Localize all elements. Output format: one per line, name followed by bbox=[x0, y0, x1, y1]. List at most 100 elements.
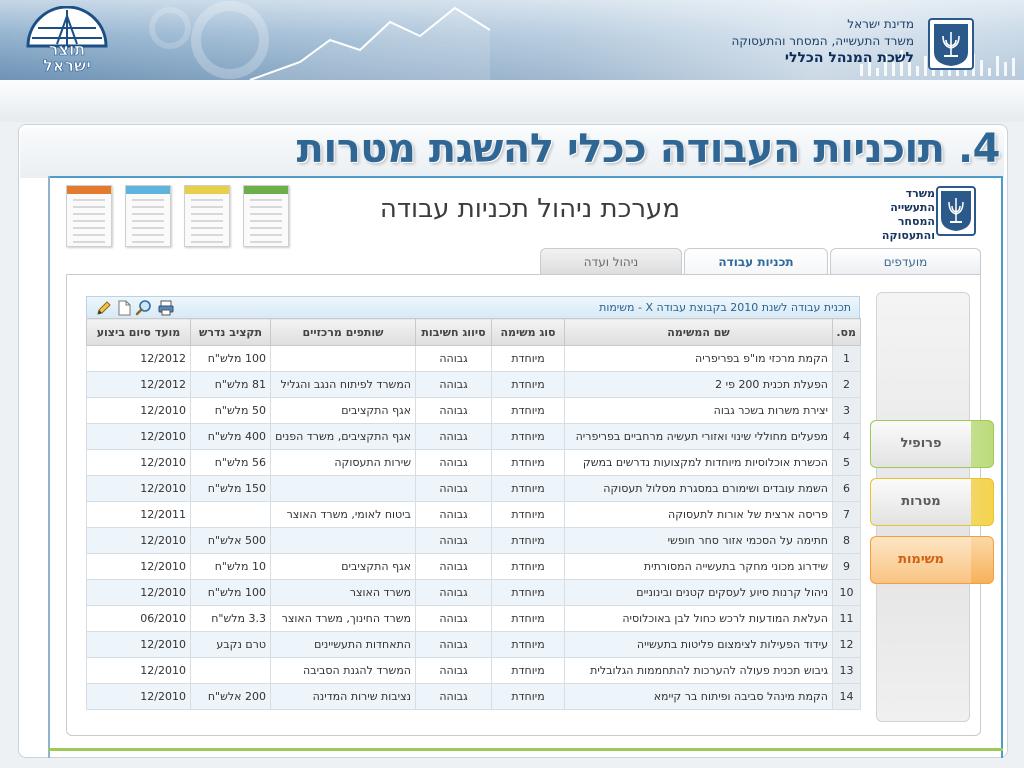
column-header-partners[interactable]: שותפים מרכזיים bbox=[270, 318, 416, 346]
cell-due-date: 12/2010 bbox=[86, 657, 191, 684]
made-in-israel-logo: תוצר ישראל bbox=[24, 5, 110, 76]
cell-task-name: עידוד הפעילות לצימצום פליטות בתעשייה bbox=[564, 631, 833, 658]
cell-priority: גבוהה bbox=[415, 631, 492, 658]
table-row[interactable]: 10 ניהול קרנות סיוע לעסקים קטנים ובינוניי… bbox=[86, 579, 861, 606]
tab-committee-management[interactable]: ניהול ועדה bbox=[540, 248, 682, 275]
cell-task-type: מיוחדת bbox=[491, 449, 565, 476]
tab-favorites[interactable]: מועדפים bbox=[830, 248, 981, 275]
cell-task-name: הפעלת תכנית 200 פי 2 bbox=[564, 371, 833, 398]
table-row[interactable]: 9 שידרוג מכוני מחקר בתעשייה המסורתית מיוחד… bbox=[86, 553, 861, 580]
cell-due-date: 12/2010 bbox=[86, 449, 191, 476]
column-header-task-name[interactable]: שם המשימה bbox=[564, 318, 833, 346]
cell-partners: התאחדות התעשיינים bbox=[270, 631, 416, 658]
cell-due-date: 12/2010 bbox=[86, 579, 191, 606]
cell-task-type: מיוחדת bbox=[491, 527, 565, 554]
sidebar-item-goals[interactable]: מטרות bbox=[870, 478, 994, 526]
cell-budget: 500 אלש"ח bbox=[190, 527, 271, 554]
table-row[interactable]: 5 הכשרת אוכלוסיות מיוחדות למקצועות נדרשים… bbox=[86, 449, 861, 476]
app-ministry-name: משרד התעשייה המסחר והתעסוקה bbox=[882, 187, 935, 243]
sidebar-item-label: מטרות bbox=[901, 494, 941, 509]
cell-partners: אגף התקציבים, משרד הפנים bbox=[270, 423, 416, 450]
table-row[interactable]: 8 חתימה על הסכמי אזור סחר חופשי מיוחדת גבוה… bbox=[86, 527, 861, 554]
cell-due-date: 12/2011 bbox=[86, 501, 191, 528]
cell-partners: המשרד להגנת הסביבה bbox=[270, 657, 416, 684]
cell-num: 13 bbox=[832, 657, 861, 684]
sidebar-item-label: פרופיל bbox=[900, 436, 942, 451]
cell-due-date: 12/2012 bbox=[86, 345, 191, 372]
cell-task-name: מפעלים מחוללי שינוי ואזורי תעשיה מרחביים… bbox=[564, 423, 833, 450]
column-header-task-type[interactable]: סוג משימה bbox=[491, 318, 565, 346]
table-row[interactable]: 3 יצירת משרות בשכר גבוה מיוחדת גבוהה אגף התק… bbox=[86, 397, 861, 424]
edit-pencil-icon[interactable] bbox=[95, 299, 113, 317]
cell-partners: משרד החינוך, משרד האוצר bbox=[270, 605, 416, 632]
logo-text-bottom: ישראל bbox=[43, 56, 91, 76]
cell-priority: גבוהה bbox=[415, 475, 492, 502]
cell-num: 9 bbox=[832, 553, 861, 580]
table-row[interactable]: 7 פריסה ארצית של אורות לתעסוקה מיוחדת גבוהה… bbox=[86, 501, 861, 528]
column-header-budget[interactable]: תקציב נדרש bbox=[190, 318, 271, 346]
cell-priority: גבוהה bbox=[415, 423, 492, 450]
tab-work-plans[interactable]: תכניות עבודה bbox=[684, 248, 828, 275]
table-row[interactable]: 1 הקמת מרכזי מו"פ בפריפריה מיוחדת גבוהה 100 … bbox=[86, 345, 861, 372]
cell-task-name: יצירת משרות בשכר גבוה bbox=[564, 397, 833, 424]
cell-partners: נציבות שירות המדינה bbox=[270, 683, 416, 710]
cell-budget: 3.3 מלש"ח bbox=[190, 605, 271, 632]
title-divider bbox=[48, 176, 1003, 178]
table-row[interactable]: 4 מפעלים מחוללי שינוי ואזורי תעשיה מרחביי… bbox=[86, 423, 861, 450]
cell-num: 2 bbox=[832, 371, 861, 398]
cell-budget bbox=[190, 657, 271, 684]
table-row[interactable]: 6 השמת עובדים ושימורם במסגרת מסלול תעסוקה… bbox=[86, 475, 861, 502]
cell-priority: גבוהה bbox=[415, 397, 492, 424]
table-row[interactable]: 13 גיבוש תכנית פעולה להערכות להתחממות הגל… bbox=[86, 657, 861, 684]
column-header-due-date[interactable]: מועד סיום ביצוע bbox=[86, 318, 191, 346]
cell-due-date: 12/2010 bbox=[86, 527, 191, 554]
search-magnifier-icon[interactable] bbox=[135, 299, 153, 317]
state-emblem-icon bbox=[928, 18, 974, 70]
cell-num: 10 bbox=[832, 579, 861, 606]
cell-budget: 81 מלש"ח bbox=[190, 371, 271, 398]
cell-due-date: 12/2010 bbox=[86, 553, 191, 580]
sidebar-item-profile[interactable]: פרופיל bbox=[870, 420, 994, 468]
grid-title: תכנית עבודה לשנת 2010 בקבוצת עבודה X - מ… bbox=[599, 301, 851, 314]
cell-priority: גבוהה bbox=[415, 501, 492, 528]
cell-priority: גבוהה bbox=[415, 657, 492, 684]
cell-num: 11 bbox=[832, 605, 861, 632]
cell-task-name: פריסה ארצית של אורות לתעסוקה bbox=[564, 501, 833, 528]
cell-num: 12 bbox=[832, 631, 861, 658]
document-thumbnail-icon bbox=[125, 185, 171, 247]
table-row[interactable]: 2 הפעלת תכנית 200 פי 2 מיוחדת גבוהה המשרד לפ… bbox=[86, 371, 861, 398]
sidebar-item-tasks[interactable]: משימות bbox=[870, 536, 994, 584]
cell-num: 5 bbox=[832, 449, 861, 476]
cell-task-type: מיוחדת bbox=[491, 475, 565, 502]
new-document-icon[interactable] bbox=[115, 299, 133, 317]
print-icon[interactable] bbox=[157, 299, 175, 317]
cell-task-name: העלאת המודעות לרכש כחול לבן באוכלוסיה bbox=[564, 605, 833, 632]
grid-title-bar: תכנית עבודה לשנת 2010 בקבוצת עבודה X - מ… bbox=[86, 296, 860, 319]
cell-priority: גבוהה bbox=[415, 527, 492, 554]
cell-partners bbox=[270, 475, 416, 502]
cell-task-type: מיוחדת bbox=[491, 553, 565, 580]
column-header-num[interactable]: מס. bbox=[832, 318, 861, 346]
cell-partners: שירות התעסוקה bbox=[270, 449, 416, 476]
cell-partners: אגף התקציבים bbox=[270, 397, 416, 424]
cell-budget: 56 מלש"ח bbox=[190, 449, 271, 476]
cell-task-name: הכשרת אוכלוסיות מיוחדות למקצועות נדרשים … bbox=[564, 449, 833, 476]
cell-due-date: 12/2010 bbox=[86, 631, 191, 658]
document-thumbnail-icon bbox=[243, 185, 289, 247]
table-row[interactable]: 12 עידוד הפעילות לצימצום פליטות בתעשייה מי… bbox=[86, 631, 861, 658]
cell-num: 14 bbox=[832, 683, 861, 710]
cell-task-type: מיוחדת bbox=[491, 371, 565, 398]
cell-budget: 200 אלש"ח bbox=[190, 683, 271, 710]
cell-task-name: שידרוג מכוני מחקר בתעשייה המסורתית bbox=[564, 553, 833, 580]
cell-partners bbox=[270, 345, 416, 372]
table-row[interactable]: 14 הקמת מינהל סביבה ופיתוח בר קיימא מיוחדת… bbox=[86, 683, 861, 710]
cell-partners: אגף התקציבים bbox=[270, 553, 416, 580]
column-header-priority[interactable]: סיווג חשיבות bbox=[415, 318, 492, 346]
table-row[interactable]: 11 העלאת המודעות לרכש כחול לבן באוכלוסיה מ… bbox=[86, 605, 861, 632]
cell-priority: גבוהה bbox=[415, 449, 492, 476]
cell-task-name: השמת עובדים ושימורם במסגרת מסלול תעסוקה bbox=[564, 475, 833, 502]
app-ministry-line: המסחר bbox=[897, 215, 935, 228]
cell-task-type: מיוחדת bbox=[491, 397, 565, 424]
cell-task-type: מיוחדת bbox=[491, 345, 565, 372]
app-ministry-line: התעשייה bbox=[890, 201, 935, 214]
